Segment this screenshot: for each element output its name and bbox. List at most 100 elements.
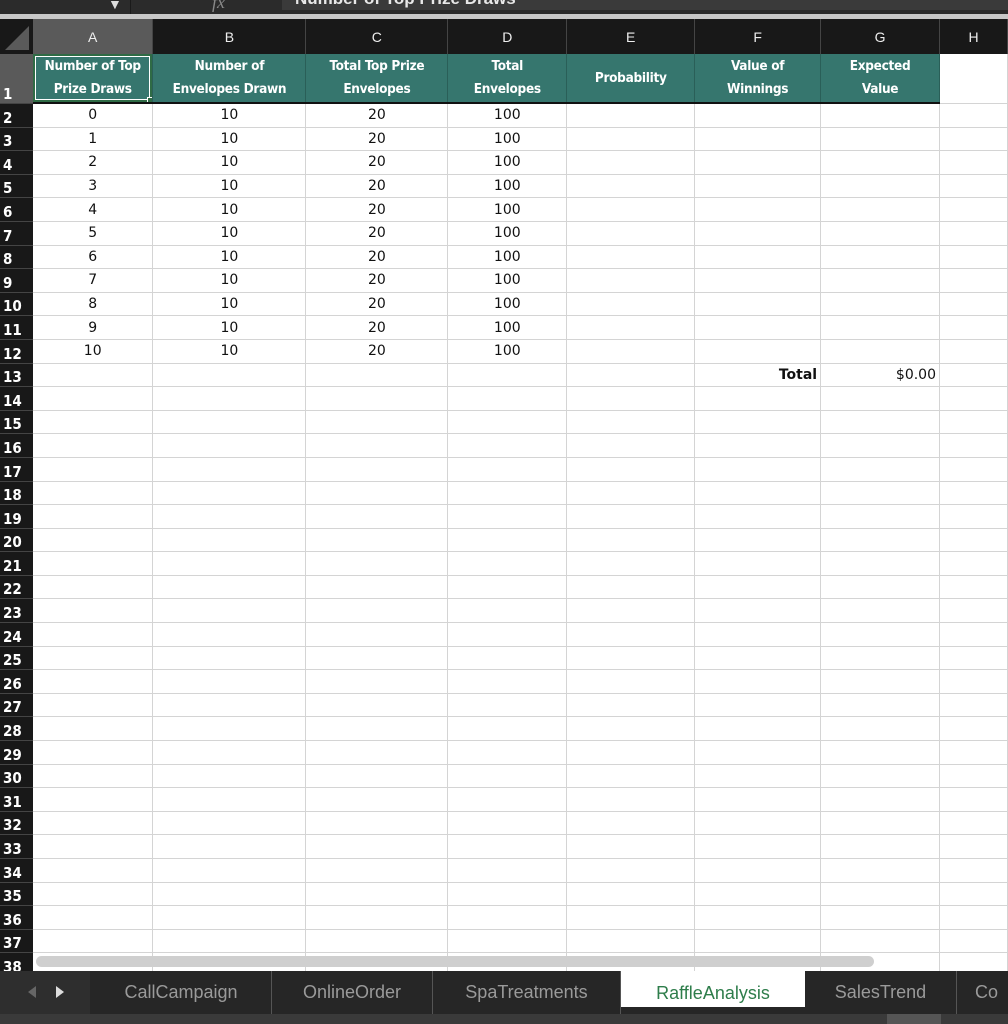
cell-e33[interactable] (566, 834, 696, 859)
cell-d29[interactable] (447, 740, 568, 765)
cell-g8[interactable] (820, 245, 940, 270)
cell-c10[interactable]: 20 (305, 292, 449, 317)
row-header-29[interactable]: 29 (0, 740, 33, 765)
cell-a15[interactable] (32, 410, 154, 435)
cell-d23[interactable] (447, 598, 568, 624)
row-header-5[interactable]: 5 (0, 174, 33, 199)
row-header-26[interactable]: 26 (0, 669, 33, 694)
cell-g14[interactable] (820, 386, 940, 411)
cell-g37[interactable] (820, 929, 940, 954)
cell-b23[interactable] (152, 598, 307, 624)
cell-e16[interactable] (566, 433, 696, 458)
cell-a14[interactable] (32, 386, 154, 411)
cell-d28[interactable] (447, 716, 568, 742)
cell-b22[interactable] (152, 575, 307, 600)
cell-a18[interactable] (32, 481, 154, 506)
cell-b27[interactable] (152, 693, 307, 718)
row-header-4[interactable]: 4 (0, 150, 33, 175)
cell-e24[interactable] (566, 622, 696, 647)
cell-h12[interactable] (939, 339, 1008, 364)
cell-h15[interactable] (939, 410, 1008, 435)
cell-f2[interactable] (694, 103, 822, 128)
cell-h31[interactable] (939, 787, 1008, 812)
cell-f4[interactable] (694, 150, 822, 175)
cell-e13[interactable] (566, 363, 696, 388)
cell-e4[interactable] (566, 150, 696, 175)
cell-g12[interactable] (820, 339, 940, 364)
cell-a23[interactable] (32, 598, 154, 624)
cell-d3[interactable]: 100 (447, 127, 568, 152)
cell-b24[interactable] (152, 622, 307, 647)
cell-d26[interactable] (447, 669, 568, 694)
cell-h30[interactable] (939, 764, 1008, 789)
cell-f24[interactable] (694, 622, 822, 647)
row-header-6[interactable]: 6 (0, 197, 33, 222)
cell-d24[interactable] (447, 622, 568, 647)
cell-b26[interactable] (152, 669, 307, 694)
cell-e26[interactable] (566, 669, 696, 694)
column-header-a[interactable]: A (32, 19, 154, 54)
cell-f7[interactable] (694, 221, 822, 246)
cell-c37[interactable] (305, 929, 449, 954)
column-header-d[interactable]: D (447, 19, 568, 54)
cell-d4[interactable]: 100 (447, 150, 568, 175)
cell-d10[interactable]: 100 (447, 292, 568, 317)
cell-c32[interactable] (305, 811, 449, 836)
cell-h35[interactable] (939, 882, 1008, 907)
cell-e29[interactable] (566, 740, 696, 765)
row-header-17[interactable]: 17 (0, 457, 33, 482)
cell-c6[interactable]: 20 (305, 197, 449, 222)
cell-b18[interactable] (152, 481, 307, 506)
cell-f14[interactable] (694, 386, 822, 411)
cell-g22[interactable] (820, 575, 940, 600)
cell-h32[interactable] (939, 811, 1008, 836)
cell-c27[interactable] (305, 693, 449, 718)
cell-b35[interactable] (152, 882, 307, 907)
cell-e14[interactable] (566, 386, 696, 411)
cell-a19[interactable] (32, 504, 154, 529)
cell-d5[interactable]: 100 (447, 174, 568, 199)
cell-g15[interactable] (820, 410, 940, 435)
cell-a26[interactable] (32, 669, 154, 694)
cell-a17[interactable] (32, 457, 154, 482)
cell-a2[interactable]: 0 (32, 103, 154, 128)
cell-g24[interactable] (820, 622, 940, 647)
cell-h18[interactable] (939, 481, 1008, 506)
cell-b15[interactable] (152, 410, 307, 435)
cell-b3[interactable]: 10 (152, 127, 307, 152)
cell-b4[interactable]: 10 (152, 150, 307, 175)
cell-e10[interactable] (566, 292, 696, 317)
cell-d30[interactable] (447, 764, 568, 789)
cell-b37[interactable] (152, 929, 307, 954)
cell-h33[interactable] (939, 834, 1008, 859)
row-header-30[interactable]: 30 (0, 764, 33, 789)
cell-c22[interactable] (305, 575, 449, 600)
cell-f20[interactable] (694, 528, 822, 553)
cell-f28[interactable] (694, 716, 822, 742)
header-cell-f[interactable]: Value of Winnings (694, 54, 822, 104)
cell-b12[interactable]: 10 (152, 339, 307, 364)
row-header-34[interactable]: 34 (0, 858, 33, 883)
column-header-f[interactable]: F (694, 19, 822, 54)
cell-a5[interactable]: 3 (32, 174, 154, 199)
cell-a37[interactable] (32, 929, 154, 954)
cell-b19[interactable] (152, 504, 307, 529)
cell-a33[interactable] (32, 834, 154, 859)
fx-icon[interactable]: fx (212, 0, 225, 13)
cell-h20[interactable] (939, 528, 1008, 553)
cell-c13[interactable] (305, 363, 449, 388)
cell-h24[interactable] (939, 622, 1008, 647)
cell-c33[interactable] (305, 834, 449, 859)
cell-d15[interactable] (447, 410, 568, 435)
row-header-8[interactable]: 8 (0, 245, 33, 270)
cell-h22[interactable] (939, 575, 1008, 600)
cell-f22[interactable] (694, 575, 822, 600)
cell-g23[interactable] (820, 598, 940, 624)
cell-h9[interactable] (939, 268, 1008, 293)
cell-b33[interactable] (152, 834, 307, 859)
row-header-2[interactable]: 2 (0, 103, 33, 128)
cell-a36[interactable] (32, 905, 154, 930)
column-header-e[interactable]: E (566, 19, 696, 54)
column-header-h[interactable]: H (939, 19, 1008, 54)
cell-b32[interactable] (152, 811, 307, 836)
